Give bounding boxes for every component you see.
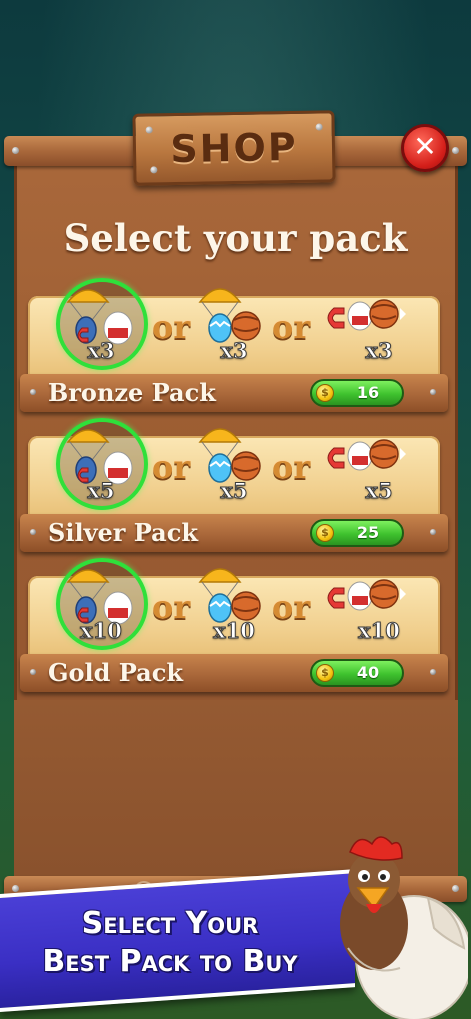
nail-icon xyxy=(12,147,19,154)
or-label: or xyxy=(152,448,191,486)
pack-option-3[interactable]: x5 xyxy=(316,420,408,510)
nail-icon xyxy=(30,389,36,395)
or-label: or xyxy=(272,448,311,486)
or-label: or xyxy=(272,308,311,346)
pack-option-3[interactable]: x3 xyxy=(316,280,408,370)
nail-icon xyxy=(430,389,436,395)
parachute-icon xyxy=(66,289,110,321)
nail-icon xyxy=(430,529,436,535)
nail-icon xyxy=(452,147,459,154)
nail-icon xyxy=(145,126,153,134)
pack-row: Silver Pack $ 25 x5 or x5 or x5 xyxy=(20,418,448,560)
pack-name: Gold Pack xyxy=(48,658,183,687)
pack-option-1[interactable]: x3 xyxy=(56,280,148,370)
option-quantity: x10 xyxy=(80,618,123,644)
nail-icon xyxy=(430,669,436,675)
buy-price-button[interactable]: $ 40 xyxy=(310,659,404,687)
pack-option-2[interactable]: x5 xyxy=(188,420,280,510)
close-button[interactable]: ✕ xyxy=(401,124,449,172)
coin-icon: $ xyxy=(316,664,334,682)
nail-icon xyxy=(30,529,36,535)
parachute-icon xyxy=(66,429,110,461)
nail-icon xyxy=(30,669,36,675)
pack-option-1[interactable]: x5 xyxy=(56,420,148,510)
pack-label-plank: Silver Pack $ 25 xyxy=(20,514,448,552)
coin-icon: $ xyxy=(316,524,334,542)
pack-price: 40 xyxy=(356,663,380,682)
nail-icon xyxy=(12,885,19,892)
pack-option-3[interactable]: x10 xyxy=(316,560,408,650)
option-quantity: x5 xyxy=(365,478,393,504)
parachute-icon xyxy=(66,569,110,601)
nail-icon xyxy=(315,123,323,131)
select-pack-headline: Select your pack xyxy=(63,216,408,260)
2x-ball-icon xyxy=(231,451,261,481)
pack-row: Bronze Pack $ 16 x3 or x3 or x3 xyxy=(20,278,448,420)
promo-banner-text: Select Your Best Pack to Buy xyxy=(0,905,340,981)
pack-option-1[interactable]: x10 xyxy=(56,560,148,650)
buy-price-button[interactable]: $ 16 xyxy=(310,379,404,407)
pack-label-plank: Bronze Pack $ 16 xyxy=(20,374,448,412)
option-quantity: x10 xyxy=(358,618,401,644)
option-quantity: x3 xyxy=(220,338,248,364)
shop-sign: SHOP xyxy=(132,110,336,186)
pack-name: Silver Pack xyxy=(48,518,198,547)
option-quantity: x10 xyxy=(213,618,256,644)
buy-price-button[interactable]: $ 25 xyxy=(310,519,404,547)
magnet-icon xyxy=(327,587,345,609)
or-label: or xyxy=(272,588,311,626)
shirt-icon xyxy=(347,441,373,471)
2x-ball-icon xyxy=(231,311,261,341)
pack-row: Gold Pack $ 40 x10 or x10 or x10 xyxy=(20,558,448,700)
2x-ball-icon xyxy=(231,591,261,621)
chicken-mascot-icon xyxy=(340,836,468,1019)
or-label: or xyxy=(152,308,191,346)
2x-ball-icon xyxy=(369,579,406,609)
shirt-icon xyxy=(347,301,373,331)
pack-option-2[interactable]: x3 xyxy=(188,280,280,370)
nail-icon xyxy=(150,166,158,174)
promo-line-2: Best Pack to Buy xyxy=(42,944,298,979)
pack-price: 25 xyxy=(356,523,380,542)
shirt-icon xyxy=(347,581,373,611)
option-quantity: x5 xyxy=(220,478,248,504)
2x-ball-icon xyxy=(369,299,406,329)
or-label: or xyxy=(152,588,191,626)
shop-title: SHOP xyxy=(169,124,299,172)
pack-price: 16 xyxy=(356,383,380,402)
option-quantity: x5 xyxy=(87,478,115,504)
coin-icon: $ xyxy=(316,384,334,402)
option-quantity: x3 xyxy=(365,338,393,364)
pack-name: Bronze Pack xyxy=(48,378,216,407)
close-icon: ✕ xyxy=(413,130,437,163)
pack-option-2[interactable]: x10 xyxy=(188,560,280,650)
option-quantity: x3 xyxy=(87,338,115,364)
pack-label-plank: Gold Pack $ 40 xyxy=(20,654,448,692)
magnet-icon xyxy=(327,307,345,329)
magnet-icon xyxy=(327,447,345,469)
promo-line-1: Select Your xyxy=(81,906,259,941)
2x-ball-icon xyxy=(369,439,406,469)
